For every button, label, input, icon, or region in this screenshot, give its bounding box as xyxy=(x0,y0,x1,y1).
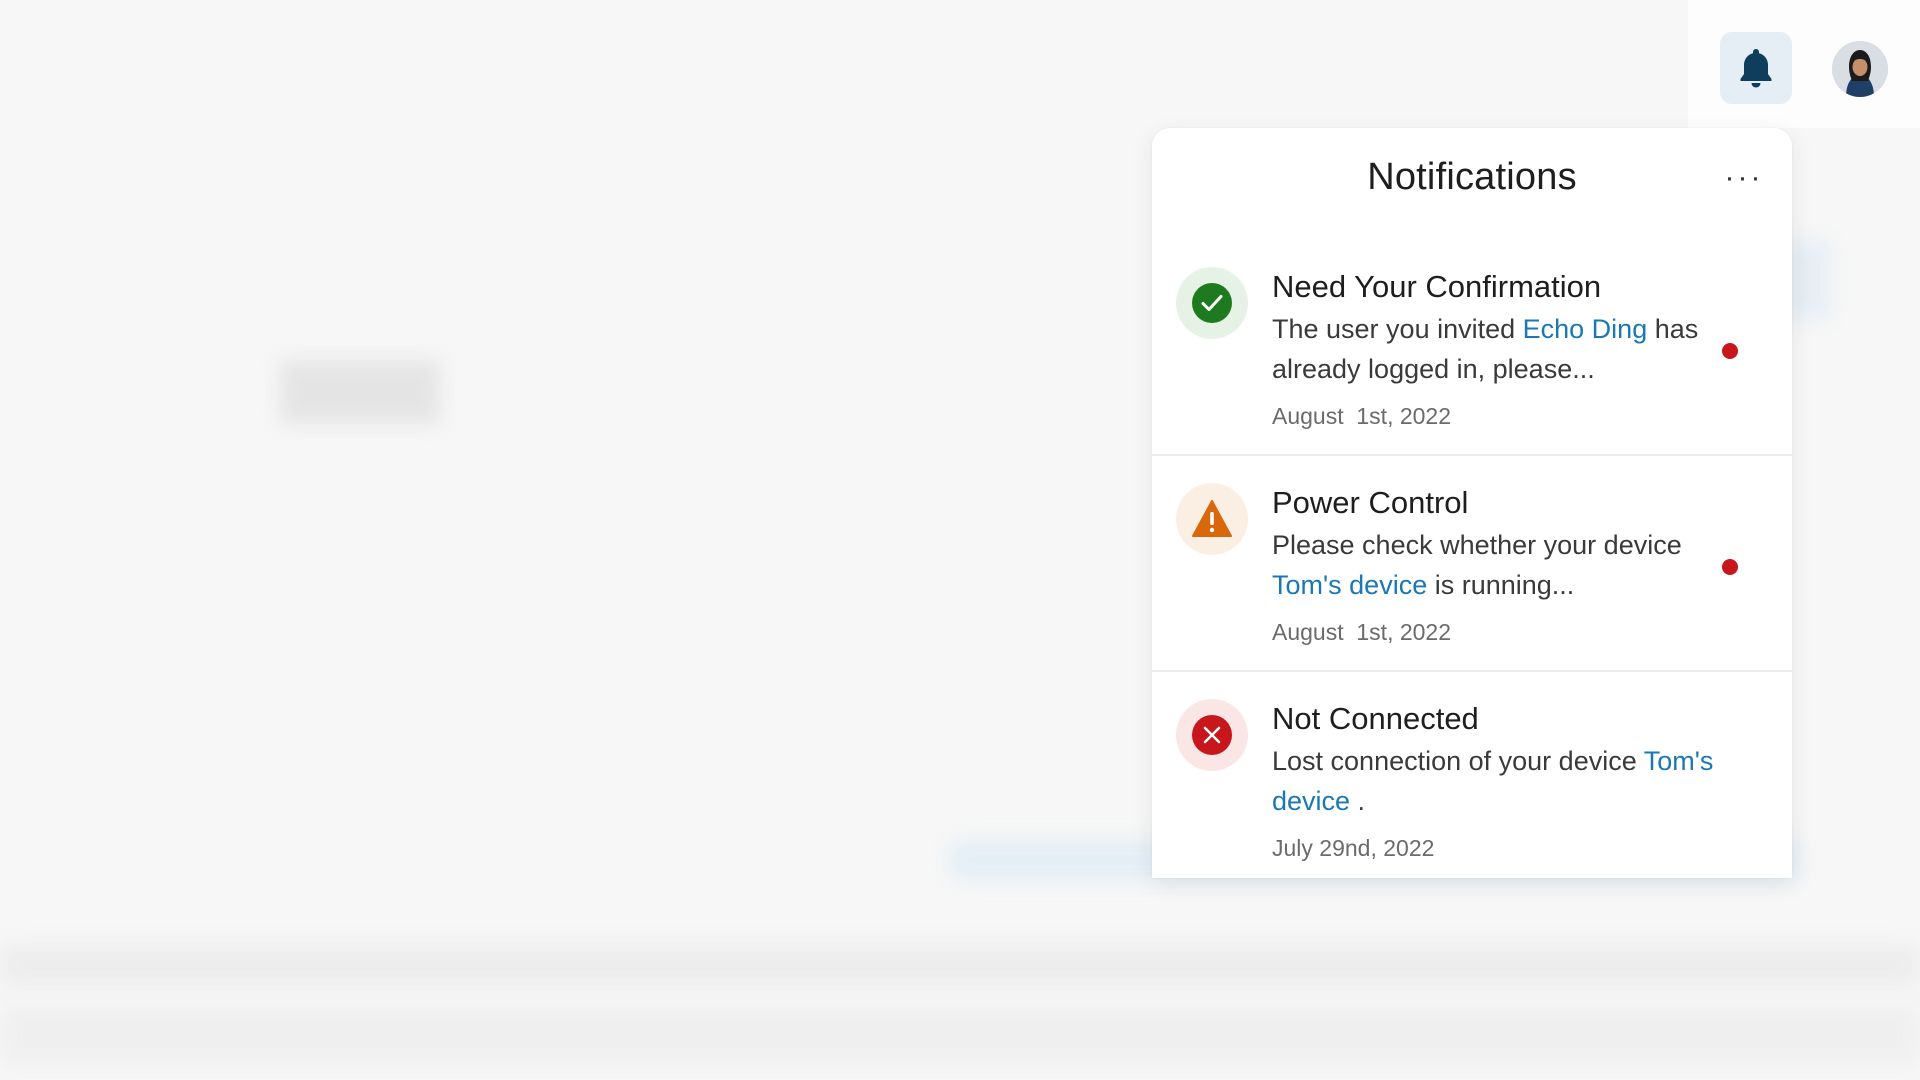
notification-type-badge xyxy=(1176,699,1248,771)
user-avatar[interactable] xyxy=(1832,41,1888,97)
notification-date: July 29nd, 2022 xyxy=(1272,835,1435,861)
blurred-widget xyxy=(280,360,440,424)
user-avatar-icon xyxy=(1832,41,1888,97)
notification-item[interactable]: Not Connected Lost connection of your dev… xyxy=(1152,671,1792,878)
notification-title: Not Connected xyxy=(1272,701,1479,736)
more-options-button[interactable]: ··· xyxy=(1722,156,1766,200)
notification-body: Please check whether your device Tom's d… xyxy=(1272,525,1742,605)
notification-link[interactable]: Echo Ding xyxy=(1523,314,1648,344)
notification-body: Lost connection of your device Tom's dev… xyxy=(1272,741,1742,821)
panel-title: Notifications xyxy=(1367,156,1577,198)
notifications-button[interactable] xyxy=(1720,32,1792,104)
notification-title: Power Control xyxy=(1272,485,1469,520)
notification-body-text: The user you invited xyxy=(1272,314,1523,344)
notification-item[interactable]: Power Control Please check whether your d… xyxy=(1152,455,1792,672)
error-circle-icon xyxy=(1192,715,1232,755)
notification-date: August 1st, 2022 xyxy=(1272,403,1452,429)
unread-indicator xyxy=(1722,559,1738,575)
check-circle-icon xyxy=(1192,283,1232,323)
unread-indicator xyxy=(1722,343,1738,359)
notification-type-badge xyxy=(1176,267,1248,339)
notifications-panel: Notifications ··· Need Your Confirmation… xyxy=(1152,128,1792,878)
notification-body: The user you invited Echo Ding has alrea… xyxy=(1272,309,1742,389)
notification-date: August 1st, 2022 xyxy=(1272,619,1452,645)
blurred-table-header xyxy=(0,945,1920,985)
notification-item[interactable]: Need Your Confirmation The user you invit… xyxy=(1152,239,1792,456)
notification-title: Need Your Confirmation xyxy=(1272,269,1602,304)
bell-icon xyxy=(1740,49,1772,88)
notification-link[interactable]: Tom's device xyxy=(1272,570,1427,600)
notification-type-badge xyxy=(1176,483,1248,555)
blurred-table-row xyxy=(0,1005,1920,1065)
notification-body-text: Lost connection of your device xyxy=(1272,746,1644,776)
notification-body-text: . xyxy=(1350,786,1366,816)
warning-triangle-icon xyxy=(1192,500,1232,537)
notification-body-text: is running... xyxy=(1427,570,1575,600)
notification-body-text: Please check whether your device xyxy=(1272,530,1682,560)
